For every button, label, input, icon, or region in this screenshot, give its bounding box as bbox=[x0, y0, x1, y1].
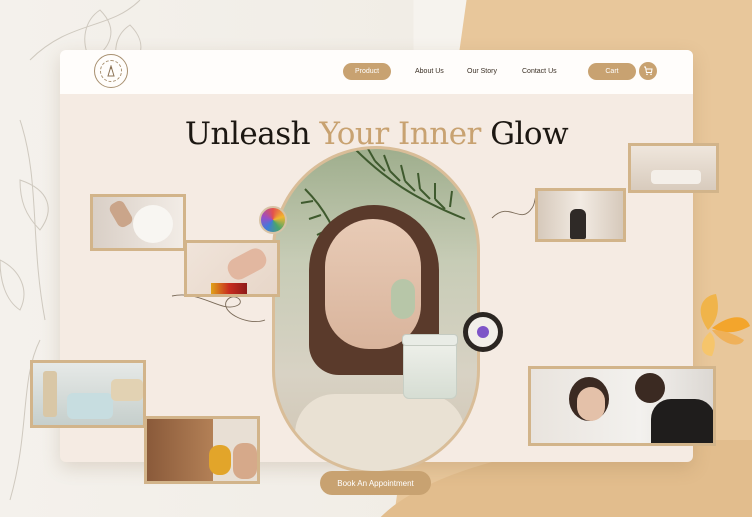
badge-center-icon bbox=[477, 326, 489, 338]
photo-nail-polish bbox=[184, 240, 280, 297]
client-silhouette bbox=[570, 209, 586, 239]
flower-petals-icon bbox=[700, 294, 750, 356]
polish-bottles bbox=[211, 283, 247, 294]
client-face bbox=[577, 387, 605, 421]
book-appointment-button[interactable]: Book An Appointment bbox=[320, 471, 431, 495]
clay-mask-patch bbox=[391, 279, 415, 319]
hand-brush bbox=[107, 198, 135, 230]
serum-bottle bbox=[43, 371, 57, 417]
hand-shape bbox=[224, 244, 270, 284]
oil-dropper-bottle bbox=[209, 445, 231, 475]
artist-hair bbox=[635, 373, 665, 403]
photo-hair-oil bbox=[144, 416, 260, 484]
salon-bench bbox=[651, 170, 701, 184]
color-wheel-badge bbox=[259, 206, 287, 234]
photo-facial-mask bbox=[90, 194, 186, 251]
cream-jar bbox=[402, 334, 458, 399]
jar-lid bbox=[402, 334, 458, 346]
robe-shape bbox=[295, 394, 465, 471]
cream-tub bbox=[67, 393, 113, 419]
photo-makeup-artist bbox=[528, 366, 716, 446]
artist-clothing bbox=[651, 399, 713, 443]
hero-portrait bbox=[272, 146, 480, 474]
photo-skincare-products bbox=[30, 360, 146, 428]
face-mask-shape bbox=[133, 205, 173, 243]
gold-jar bbox=[111, 379, 143, 401]
photo-salon-chair bbox=[535, 188, 626, 242]
circular-text-badge bbox=[463, 312, 503, 352]
photo-salon-interior bbox=[628, 143, 719, 193]
hand-shape-2 bbox=[233, 443, 257, 479]
